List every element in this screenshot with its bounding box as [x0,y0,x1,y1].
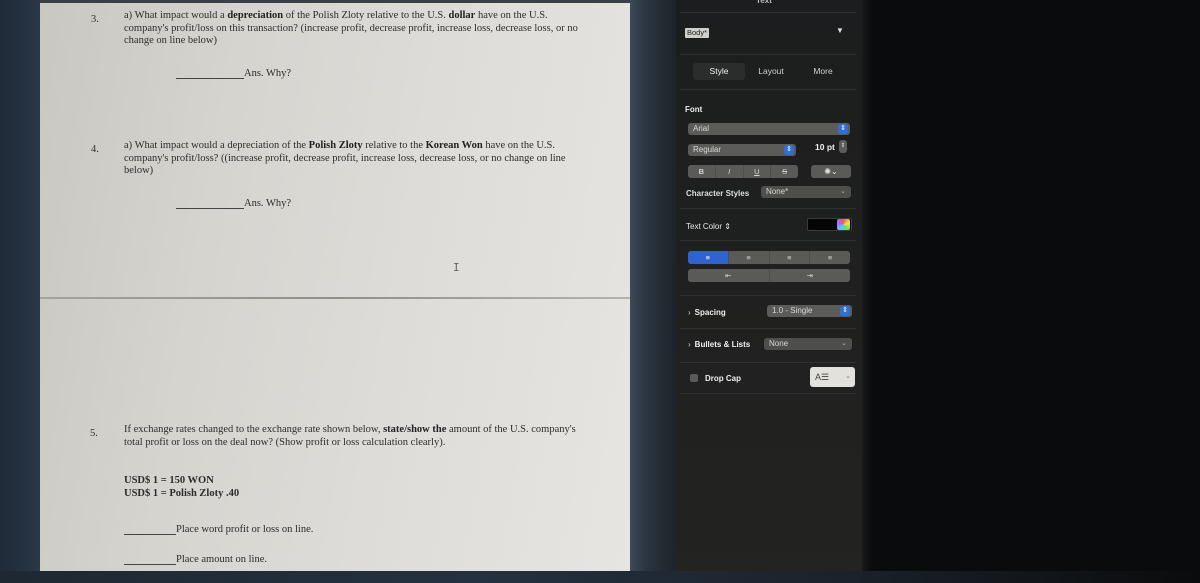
drop-cap-preview-icon: A☰ [815,372,830,382]
increase-indent-button[interactable]: ⇥ [770,269,851,282]
tab-more[interactable]: More [797,63,849,80]
window-gutter [630,0,676,583]
tab-style[interactable]: Style [693,63,745,80]
panel-edge [862,0,872,572]
text-cursor-icon: I [453,261,460,274]
page-top-edge [40,0,632,3]
bold-text-run: Korean Won [425,140,483,151]
bullets-lists-select[interactable]: None ⌄ [764,338,852,350]
justify-button[interactable]: ≡ [810,251,850,264]
drop-cap-checkbox[interactable] [690,374,698,382]
chevron-down-icon: ⌄ [831,167,838,176]
answer-label: Ans. Why? [244,68,292,79]
font-section-label: Font [685,105,703,114]
inspector-tabs: Style Layout More [693,63,849,80]
text-run: of the Polish Zloty relative to the U.S. [283,10,449,21]
question-5-text: If exchange rates changed to the exchang… [124,424,584,449]
drop-cap-style-button[interactable]: A☰ ⌄ [810,367,855,387]
chevron-right-icon: › [688,308,691,317]
alignment-buttons: ≡ ≡ ≡ ≡ [688,251,850,264]
typeface-value: Regular [693,145,722,154]
answer-blank[interactable] [176,77,244,79]
bullets-lists-value: None [769,339,789,348]
rate-won: USD$ 1 = 150 WON [124,475,214,486]
answer-label: Place word profit or loss on line. [176,524,314,535]
character-styles-label: Character Styles [686,189,750,198]
align-right-button[interactable]: ≡ [770,251,811,264]
tab-layout[interactable]: Layout [745,63,797,80]
chevron-down-icon: ⌄ [840,188,846,195]
question-number: 5. [90,428,98,439]
paragraph-style-button[interactable]: Body* [685,28,710,38]
rate-zloty: USD$ 1 = Polish Zloty .40 [124,488,240,499]
bold-text-run: state/show the [383,424,447,435]
answer-label: Place amount on line. [176,554,267,565]
strikethrough-button[interactable]: S [771,165,798,178]
text-run: a) What impact would a [124,10,228,21]
text-run: relative to the [362,140,426,151]
line-spacing-select[interactable]: 1.0 - Single ⇕ [767,305,852,317]
bold-text-run: Polish Zloty [308,140,363,151]
up-down-arrows-icon: ⇕ [784,145,794,155]
chevron-down-icon: ⌄ [841,340,847,347]
question-number: 4. [91,144,99,155]
font-size-field[interactable]: 10 pt [815,142,835,152]
character-styles-select[interactable]: None* ⌄ [761,186,851,198]
bullets-lists-label: Bullets & Lists [694,340,751,349]
spacing-disclosure[interactable]: › Spacing [688,308,726,317]
inspector-title: Text [756,0,772,5]
line-spacing-value: 1.0 - Single [772,306,813,315]
chevron-down-icon: ⌄ [845,373,851,380]
answer-label: Ans. Why? [244,198,292,209]
up-down-arrows-icon: ⇕ [840,306,850,316]
question-4-answer-line[interactable]: Ans. Why? [176,198,291,211]
up-down-arrows-icon: ⇕ [838,124,848,134]
underline-button[interactable]: U [744,165,772,178]
indent-buttons: ⇤ ⇥ [688,269,850,282]
question-number: 3. [91,14,99,25]
profit-loss-word-line[interactable]: Place word profit or loss on line. [124,524,313,537]
character-styles-value: None* [766,187,789,196]
typeface-select[interactable]: Regular ⇕ [688,144,796,156]
page-break [40,297,632,299]
paragraph-style-dropdown-icon[interactable]: ▼ [836,26,844,35]
bullets-lists-disclosure[interactable]: › Bullets & Lists [688,340,750,349]
answer-blank[interactable] [176,207,244,209]
drop-cap-label: Drop Cap [705,374,741,383]
bold-button[interactable]: B [688,165,716,178]
screen-bottom-edge [0,571,1200,583]
decrease-indent-button[interactable]: ⇤ [688,269,770,282]
format-inspector: Text Body* ▼ Style Layout More Font Aria… [676,0,862,572]
answer-blank[interactable] [124,533,176,535]
question-3-answer-line[interactable]: Ans. Why? [176,68,291,81]
font-size-stepper[interactable]: ⇕ [839,140,847,153]
spacing-label: Spacing [694,308,726,317]
font-family-select[interactable]: Arial ⇕ [688,123,850,135]
window-left-edge [0,0,40,583]
exchange-rates: USD$ 1 = 150 WON USD$ 1 = Polish Zloty .… [124,474,239,500]
bold-text-run: depreciation [227,10,284,21]
color-wheel-icon[interactable] [837,219,850,230]
gear-icon: ✺ [824,167,831,176]
question-3-text: a) What impact would a depreciation of t… [124,10,584,48]
text-run: a) What impact would a depreciation of t… [124,140,309,151]
bold-text-run: dollar [448,10,476,21]
amount-line[interactable]: Place amount on line. [124,554,267,567]
question-4-text: a) What impact would a depreciation of t… [124,140,584,178]
answer-blank[interactable] [124,563,176,565]
text-color-label[interactable]: Text Color ⇕ [686,222,731,231]
font-family-value: Arial [693,124,710,133]
italic-button[interactable]: I [716,165,744,178]
font-style-buttons: B I U S [688,165,798,178]
align-left-button[interactable]: ≡ [688,251,729,264]
chevron-right-icon: › [688,340,691,349]
text-run: If exchange rates changed to the exchang… [124,424,384,435]
advanced-font-options-button[interactable]: ✺⌄ [811,165,851,178]
align-center-button[interactable]: ≡ [729,251,770,264]
